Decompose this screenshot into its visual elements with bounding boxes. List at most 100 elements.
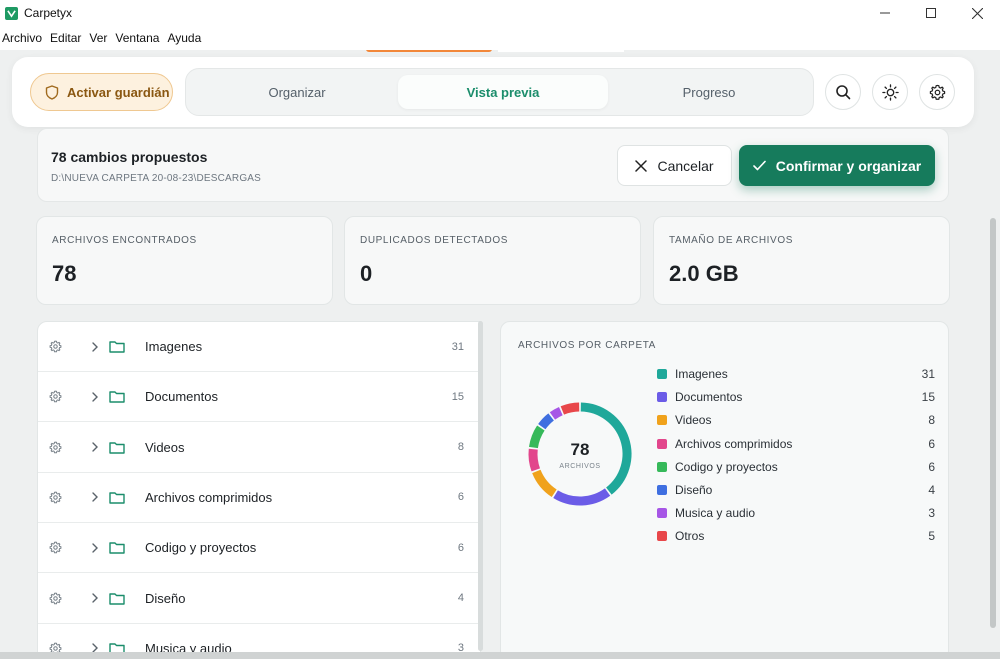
- legend-value: 31: [921, 367, 935, 381]
- folder-name: Videos: [145, 439, 185, 455]
- folder-count: 15: [451, 390, 464, 403]
- minimize-button[interactable]: [862, 0, 908, 26]
- donut-center-value: 78: [571, 440, 590, 459]
- chart-title: ARCHIVOS POR CARPETA: [518, 340, 656, 351]
- gear-icon[interactable]: [49, 592, 62, 605]
- gear-icon[interactable]: [49, 541, 62, 554]
- legend-swatch: [657, 369, 667, 379]
- chevron-right-icon[interactable]: [91, 392, 99, 402]
- gear-icon[interactable]: [49, 441, 62, 454]
- folder-name: Diseño: [145, 590, 186, 606]
- legend-label: Archivos comprimidos: [675, 436, 793, 451]
- search-button[interactable]: [825, 74, 861, 110]
- menu-ventana[interactable]: Ventana: [115, 31, 159, 45]
- legend-label: Otros: [675, 529, 705, 544]
- stat-label: DUPLICADOS DETECTADOS: [360, 235, 508, 246]
- folder-count: 6: [457, 541, 464, 554]
- stat-value: 2.0 GB: [669, 261, 739, 286]
- legend-item: Videos 8: [657, 410, 935, 430]
- menu-ver[interactable]: Ver: [89, 31, 107, 45]
- folder-row[interactable]: Videos 8: [38, 423, 480, 473]
- legend-item: Otros 5: [657, 526, 935, 546]
- confirm-label: Confirmar y organizar: [775, 157, 922, 174]
- folder-row[interactable]: Codigo y proyectos 6: [38, 523, 480, 574]
- sun-icon: [881, 83, 899, 101]
- background-tab-white: [498, 50, 624, 52]
- cancel-label: Cancelar: [657, 157, 714, 174]
- activate-guardian-button[interactable]: Activar guardián: [30, 73, 173, 111]
- folder-row[interactable]: Documentos 15: [38, 372, 480, 423]
- donut-slice: [532, 469, 557, 498]
- chevron-right-icon[interactable]: [91, 593, 99, 603]
- minimize-icon: [880, 12, 890, 14]
- legend-value: 6: [928, 436, 935, 451]
- window-title: Carpetyx: [24, 6, 73, 20]
- title-bar: Carpetyx: [0, 0, 1000, 26]
- donut-slice: [528, 425, 545, 449]
- stat-label: TAMAÑO DE ARCHIVOS: [669, 235, 793, 246]
- legend-item: Archivos comprimidos 6: [657, 434, 935, 454]
- top-toolbar: Activar guardián Organizar Vista previa …: [12, 57, 974, 127]
- close-icon: [971, 7, 983, 19]
- chevron-right-icon[interactable]: [91, 341, 99, 352]
- page-vertical-scrollbar[interactable]: [990, 218, 996, 628]
- menu-ayuda[interactable]: Ayuda: [167, 31, 201, 45]
- donut-slice: [528, 448, 541, 472]
- page-horizontal-scrollbar[interactable]: [0, 652, 1000, 659]
- carpetyx-logo-icon: [5, 6, 18, 20]
- tab-progreso[interactable]: Progreso: [604, 75, 814, 109]
- legend-label: Musica y audio: [675, 506, 756, 521]
- donut-slice: [553, 488, 611, 506]
- legend-item: Documentos 15: [657, 387, 935, 407]
- legend-value: 8: [928, 413, 935, 428]
- legend-item: Musica y audio 3: [657, 503, 935, 523]
- gear-icon[interactable]: [49, 491, 62, 504]
- tab-organizar[interactable]: Organizar: [192, 75, 402, 109]
- confirm-organize-button[interactable]: Confirmar y organizar: [739, 145, 935, 186]
- folder-name: Archivos comprimidos: [145, 489, 273, 505]
- stat-card-duplicates: DUPLICADOS DETECTADOS 0: [344, 216, 641, 305]
- view-tabs: Organizar Vista previa Progreso: [185, 68, 814, 116]
- maximize-button[interactable]: [908, 0, 954, 26]
- tab-vista-previa[interactable]: Vista previa: [398, 75, 608, 109]
- folder-list: Imagenes 31 Documentos 15 Videos 8 Archivos co…: [37, 321, 481, 659]
- check-icon: [752, 160, 766, 171]
- search-icon: [836, 85, 851, 100]
- folder-icon: [109, 341, 125, 353]
- menu-archivo[interactable]: Archivo: [2, 31, 42, 45]
- stat-card-size: TAMAÑO DE ARCHIVOS 2.0 GB: [653, 216, 950, 305]
- legend-swatch: [657, 392, 667, 403]
- folder-count: 6: [457, 491, 464, 504]
- cancel-button[interactable]: Cancelar: [617, 145, 732, 186]
- maximize-icon: [926, 8, 936, 18]
- legend-value: 6: [928, 459, 935, 474]
- background-tab-orange: [366, 50, 492, 52]
- legend-item: Codigo y proyectos 6: [657, 457, 935, 477]
- target-path: D:\NUEVA CARPETA 20-08-23\DESCARGAS: [51, 173, 262, 184]
- theme-toggle-button[interactable]: [872, 74, 908, 110]
- folder-row[interactable]: Imagenes 31: [38, 322, 480, 372]
- folder-name: Documentos: [145, 389, 218, 405]
- legend-item: Diseño 4: [657, 480, 935, 500]
- folder-list-scrollbar[interactable]: [478, 321, 483, 651]
- chevron-right-icon[interactable]: [91, 442, 99, 452]
- folder-icon: [109, 592, 125, 605]
- donut-center-label: ARCHIVOS: [559, 463, 600, 470]
- close-button[interactable]: [954, 0, 1000, 26]
- gear-icon[interactable]: [49, 340, 62, 353]
- changes-title: 78 cambios propuestos: [51, 149, 208, 165]
- folder-icon: [109, 441, 125, 454]
- chevron-right-icon[interactable]: [91, 542, 99, 553]
- folder-row[interactable]: Diseño 4: [38, 574, 480, 624]
- legend-swatch: [657, 415, 667, 426]
- settings-button[interactable]: [919, 74, 955, 110]
- legend-item: Imagenes 31: [657, 364, 935, 384]
- folder-row[interactable]: Archivos comprimidos 6: [38, 473, 480, 523]
- stat-label: ARCHIVOS ENCONTRADOS: [52, 235, 197, 246]
- chevron-right-icon[interactable]: [91, 492, 99, 503]
- gear-icon[interactable]: [49, 390, 62, 403]
- activate-guardian-label: Activar guardián: [67, 84, 170, 100]
- folder-name: Codigo y proyectos: [145, 540, 257, 556]
- folder-icon: [109, 391, 125, 403]
- menu-editar[interactable]: Editar: [50, 31, 81, 45]
